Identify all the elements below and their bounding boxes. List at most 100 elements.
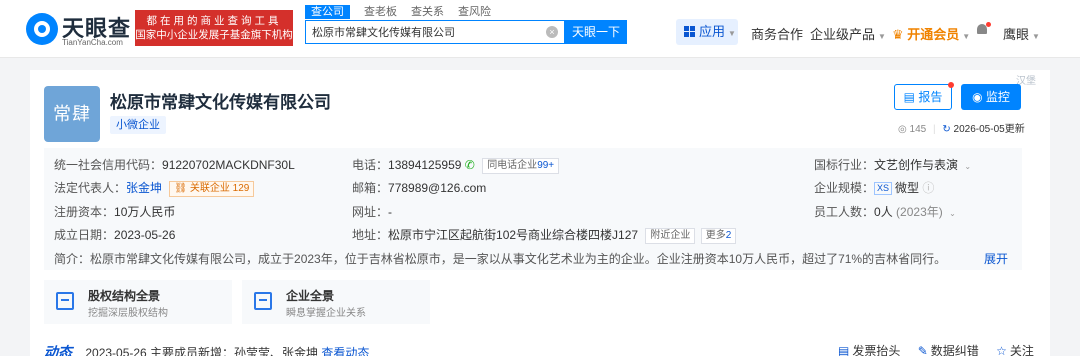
footer-actions: ▤ 发票抬头 ✎ 数据纠错 ☆ 关注	[838, 342, 1048, 356]
founded-value: 2023-05-26	[114, 228, 176, 242]
search-input[interactable]	[306, 21, 536, 43]
scale-badge: XS	[874, 182, 893, 195]
crown-icon: ♛	[892, 27, 904, 42]
nearby-companies-tag[interactable]: 附近企业	[645, 228, 696, 244]
email-row: 邮箱：778989@126.com	[352, 179, 486, 196]
nav-vip-label: 开通会员	[907, 27, 960, 42]
scale-value: 微型	[895, 181, 920, 195]
same-phone-count: 99+	[537, 160, 555, 171]
slogan-line1: 都在用的商业查询工具	[146, 15, 282, 27]
legal-rep-row: 法定代表人：张金坤 ⛓ 关联企业 129	[54, 179, 255, 197]
email-value[interactable]: 778989@126.com	[388, 181, 486, 195]
capital-value: 10万人民币	[114, 205, 176, 219]
more-label: 更多	[705, 230, 726, 241]
credit-code-row: 统一社会信用代码：91220702MACKDNF30L	[54, 156, 295, 173]
tab-company[interactable]: 查公司	[305, 5, 350, 19]
invoice-label: 发票抬头	[852, 344, 901, 356]
address-label: 地址：	[352, 228, 389, 242]
enterprise-overview-card[interactable]: 企业全景 瞬息掌握企业关系	[242, 280, 430, 324]
industry-row: 国标行业：文艺创作与表演 ⌄	[814, 156, 971, 173]
star-icon: ☆	[996, 344, 1007, 356]
staff-row: 员工人数：0人 (2023年) ⌄	[814, 203, 956, 220]
nav-business[interactable]: 商务合作	[751, 24, 803, 43]
expand-link[interactable]: 展开	[984, 250, 1008, 267]
invoice-header-action[interactable]: ▤ 发票抬头	[838, 344, 900, 356]
feature-subtitle: 挖掘深层股权结构	[88, 308, 168, 319]
address-value[interactable]: 松原市宁江区起航街102号商业综合楼四楼J127	[388, 228, 638, 242]
scale-row: 企业规模： XS 微型 ⓘ	[814, 179, 934, 196]
invoice-icon: ▤	[838, 344, 850, 356]
search-box: ×	[305, 20, 565, 44]
dynamic-bar: 动态 2023-05-26 主要成员新增：孙莹莹、张金坤 查看动态	[44, 342, 369, 356]
data-correction-action[interactable]: ✎ 数据纠错	[918, 344, 979, 356]
chevron-down-icon[interactable]: ⌄	[949, 209, 956, 218]
phone-label: 电话：	[352, 158, 389, 172]
nav-vip[interactable]: ♛ 开通会员 ▼	[892, 24, 970, 43]
notification-dot	[948, 82, 954, 88]
related-icon: ⛓	[174, 183, 188, 194]
clear-icon[interactable]: ×	[546, 26, 558, 38]
bell-icon[interactable]	[975, 22, 991, 38]
refresh-icon[interactable]: ↻	[942, 124, 950, 135]
intro-label: 简介：	[54, 252, 91, 266]
apps-menu[interactable]: 应用 ▼	[676, 19, 738, 45]
same-phone-label: 同电话企业	[487, 160, 538, 171]
chevron-down-icon: ▼	[728, 29, 736, 38]
monitor-button[interactable]: ◉ 监控	[961, 84, 1021, 110]
report-label: 报告	[918, 90, 943, 104]
eye-icon: ◉	[972, 90, 983, 104]
view-dynamic-link[interactable]: 查看动态	[321, 346, 369, 356]
related-count: 129	[232, 183, 250, 194]
same-phone-tag[interactable]: 同电话企业99+	[482, 158, 560, 174]
website-label: 网址：	[352, 205, 389, 219]
industry-value[interactable]: 文艺创作与表演	[874, 158, 958, 172]
slogan-line2: 国家中小企业发展子基金旗下机构	[135, 29, 293, 41]
updated-date: 2026-05-05更新	[953, 124, 1025, 135]
chevron-down-icon: ▼	[1032, 32, 1040, 41]
more-count: 2	[725, 230, 732, 241]
staff-label: 员工人数：	[814, 205, 875, 219]
chevron-down-icon: ▼	[962, 32, 971, 41]
email-label: 邮箱：	[352, 181, 389, 195]
company-intro: 简介：松原市常肆文化传媒有限公司，成立于2023年，位于吉林省松原市，是一家以从…	[54, 250, 1004, 267]
logo-eye-icon	[26, 13, 58, 45]
phone-row: 电话：13894125959 ✆ 同电话企业99+	[352, 156, 560, 174]
feature-title: 股权结构全景	[88, 289, 161, 303]
chevron-down-icon[interactable]: ⌄	[964, 162, 971, 171]
logo-url: TianYanCha.com	[62, 38, 123, 47]
site-logo[interactable]: 天眼查 TianYanCha.com	[26, 11, 134, 47]
feature-title: 企业全景	[286, 289, 335, 303]
website-row: 网址：-	[352, 203, 392, 220]
industry-label: 国标行业：	[814, 158, 875, 172]
chevron-down-icon: ▼	[878, 32, 886, 41]
equity-structure-card[interactable]: 股权结构全景 挖掘深层股权结构	[44, 280, 232, 324]
nav-enterprise[interactable]: 企业级产品 ▼	[810, 24, 886, 43]
phone-icon[interactable]: ✆	[465, 158, 475, 172]
related-label: 关联企业	[189, 183, 230, 194]
more-address-tag[interactable]: 更多2	[700, 228, 737, 244]
company-name: 松原市常肆文化传媒有限公司	[110, 93, 331, 112]
correction-label: 数据纠错	[930, 344, 979, 356]
credit-code[interactable]: 91220702MACKDNF30L	[162, 158, 295, 172]
help-icon[interactable]: ⓘ	[922, 181, 934, 195]
grid-icon	[684, 26, 695, 37]
follow-action[interactable]: ☆ 关注	[996, 344, 1034, 356]
feature-subtitle: 瞬息掌握企业关系	[286, 308, 366, 319]
tab-boss[interactable]: 查老板	[364, 5, 397, 19]
company-card: 常肆 松原市常肆文化传媒有限公司 小微企业 汉堡 ▤ 报告 ◉ 监控 ◎ 145…	[30, 70, 1050, 356]
search-button[interactable]: 天眼一下	[565, 20, 627, 44]
info-box: 统一社会信用代码：91220702MACKDNF30L 法定代表人：张金坤 ⛓ …	[44, 148, 1022, 270]
related-companies-tag[interactable]: ⛓ 关联企业 129	[169, 181, 255, 197]
tab-relation[interactable]: 查关系	[411, 5, 444, 19]
legal-rep-link[interactable]: 张金坤	[126, 181, 162, 195]
dynamic-badge: 动态	[44, 344, 72, 356]
address-row: 地址：松原市宁江区起航街102号商业综合楼四楼J127 附近企业 更多2	[352, 226, 737, 244]
phone-value[interactable]: 13894125959	[388, 158, 461, 172]
legal-rep-label: 法定代表人：	[54, 181, 127, 195]
nav-user[interactable]: 鹰眼 ▼	[1003, 24, 1040, 43]
scale-tag[interactable]: 小微企业	[110, 116, 166, 134]
founded-row: 成立日期：2023-05-26	[54, 226, 175, 243]
tab-risk[interactable]: 查风险	[458, 5, 491, 19]
report-button[interactable]: ▤ 报告	[894, 82, 954, 110]
monitor-label: 监控	[985, 90, 1010, 104]
